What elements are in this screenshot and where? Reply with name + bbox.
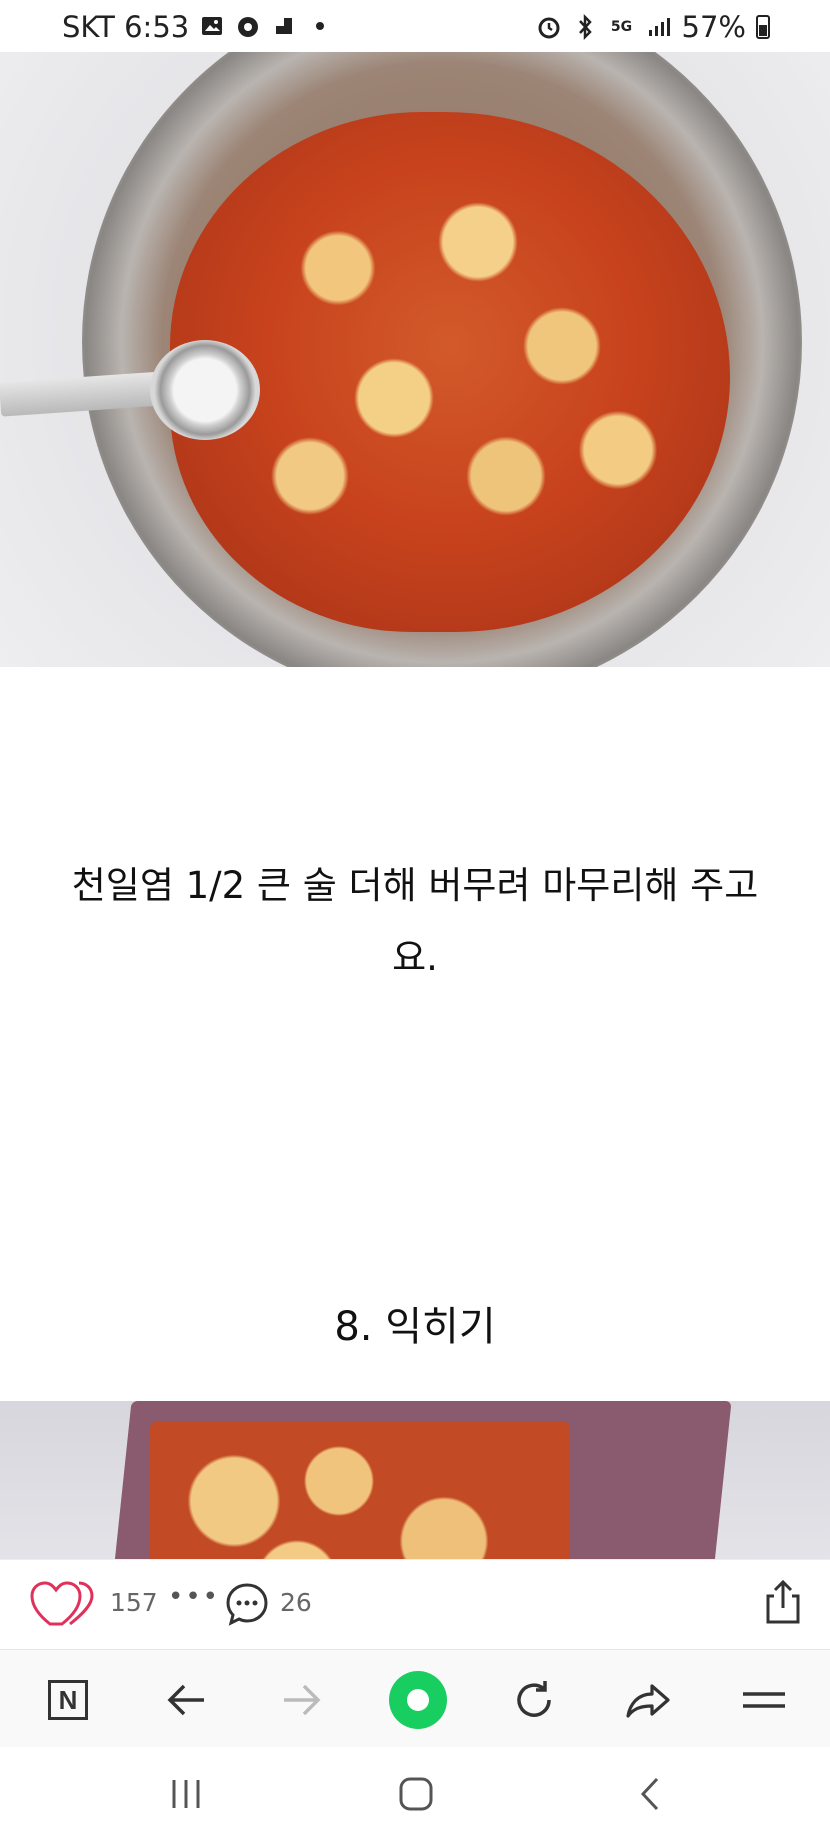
naver-logo-icon: N — [48, 1680, 88, 1720]
forward-button[interactable] — [272, 1670, 332, 1730]
refresh-icon — [517, 1681, 551, 1717]
dot-icon — [307, 14, 333, 40]
status-bar: SKT 6:53 5G 57% — [0, 0, 830, 52]
green-dot-button[interactable] — [388, 1670, 448, 1730]
comment-icon[interactable] — [224, 1581, 270, 1627]
naver-home-button[interactable]: N — [38, 1670, 98, 1730]
comment-count: 26 — [280, 1588, 312, 1617]
system-back-button[interactable] — [620, 1769, 680, 1819]
home-button[interactable] — [386, 1769, 446, 1819]
share-icon[interactable] — [762, 1578, 804, 1626]
app-icon — [271, 14, 297, 40]
recent-apps-button[interactable] — [156, 1769, 216, 1819]
network-5g-icon: 5G — [610, 19, 633, 35]
status-left: SKT 6:53 — [62, 10, 333, 44]
green-dot-icon — [389, 1671, 447, 1729]
chevron-left-icon — [640, 1777, 659, 1811]
more-dots-icon[interactable]: ••• — [168, 1582, 220, 1612]
kimchi-bowl-photo — [0, 52, 830, 667]
back-button[interactable] — [156, 1670, 216, 1730]
measuring-spoon-salt — [150, 340, 260, 440]
signal-icon — [646, 14, 672, 40]
carrier-time: SKT 6:53 — [62, 10, 190, 44]
like-count: 157 — [110, 1588, 158, 1617]
action-bar: 157 ••• 26 — [0, 1559, 830, 1650]
menu-button[interactable] — [734, 1670, 794, 1730]
like-heart-icon[interactable] — [30, 1580, 96, 1630]
home-icon — [399, 1777, 433, 1811]
alarm-icon — [536, 14, 562, 40]
browser-toolbar: N — [0, 1649, 830, 1748]
menu-icon — [743, 1692, 785, 1708]
step-caption: 천일염 1/2 큰 술 더해 버무려 마무리해 주고 요. — [40, 850, 790, 994]
settings-icon — [235, 14, 261, 40]
forward-arrow-icon — [284, 1684, 321, 1716]
battery-percent: 57% — [681, 10, 746, 44]
share-arrow-icon — [626, 1684, 670, 1718]
status-right: 5G 57% — [536, 10, 770, 44]
caption-line-2: 요. — [392, 936, 438, 979]
refresh-button[interactable] — [504, 1670, 564, 1730]
battery-icon — [756, 15, 770, 39]
caption-line-1: 천일염 1/2 큰 술 더해 버무려 마무리해 주고 — [71, 864, 759, 907]
share-page-button[interactable] — [618, 1670, 678, 1730]
system-nav-bar — [0, 1747, 830, 1844]
bluetooth-icon — [572, 13, 598, 41]
back-arrow-icon — [167, 1684, 204, 1716]
recent-apps-icon — [172, 1780, 200, 1808]
kimchi-container-photo — [0, 1401, 830, 1559]
gallery-icon — [199, 14, 225, 40]
section-heading: 8. 익히기 — [334, 1304, 496, 1350]
kimchi-in-container — [150, 1421, 570, 1559]
